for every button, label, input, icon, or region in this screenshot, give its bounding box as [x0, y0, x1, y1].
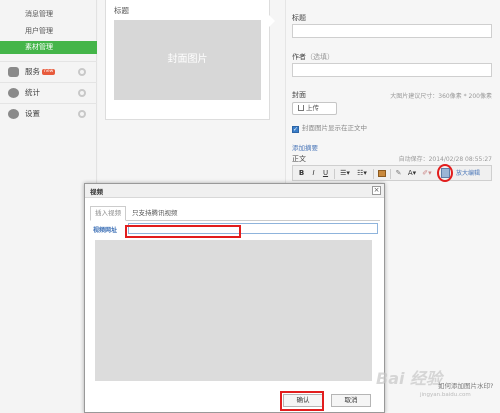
- gear-icon[interactable]: [78, 110, 86, 118]
- upload-icon: [298, 105, 304, 111]
- cover-size-hint: 大图片建议尺寸：360像素 * 200像素: [390, 93, 492, 100]
- cancel-button[interactable]: 取消: [331, 394, 371, 407]
- new-badge: new: [42, 69, 56, 75]
- dialog-tabs: 插入视频 只支持腾讯视频: [90, 206, 380, 221]
- gear-icon[interactable]: [78, 68, 86, 76]
- card-pointer-arrow: [268, 14, 275, 28]
- body-label: 正文: [292, 155, 306, 163]
- bold-button[interactable]: B: [297, 168, 306, 179]
- video-dialog: 视频 × 插入视频 只支持腾讯视频 视频网址 确认 取消: [84, 183, 385, 413]
- sidebar: 消息管理 用户管理 素材管理 服务 new 统计 设置: [0, 0, 97, 413]
- confirm-button-highlight: [280, 391, 324, 411]
- watermark-tip-link[interactable]: 如何添加图片水印?: [438, 380, 493, 390]
- sidebar-item-materials[interactable]: 素材管理: [0, 41, 97, 54]
- show-cover-checkbox-row[interactable]: ✓ 封面图片显示在正文中: [292, 122, 367, 133]
- baidu-watermark-url: jingyan.baidu.com: [420, 392, 471, 398]
- dialog-title: 视频: [90, 188, 103, 196]
- cover-label: 封面: [292, 91, 306, 99]
- baidu-watermark: Bai 经验: [376, 369, 443, 388]
- autosave-status: 自动保存：2014/02/28 08:55:27: [398, 156, 492, 163]
- author-label-text: 作者: [292, 53, 306, 61]
- article-preview-card[interactable]: 标题 封面图片: [105, 0, 270, 120]
- sidebar-group-service[interactable]: 服务 new: [0, 61, 97, 81]
- insert-image-icon[interactable]: [378, 170, 386, 177]
- toolbar-divider: [334, 169, 335, 179]
- sidebar-item-messages[interactable]: 消息管理: [0, 8, 97, 21]
- toolbar-divider: [373, 169, 374, 179]
- italic-button[interactable]: I: [309, 168, 318, 179]
- checkbox-checked-icon[interactable]: ✓: [292, 126, 299, 133]
- sidebar-group-stats[interactable]: 统计: [0, 82, 97, 102]
- tab-insert-video[interactable]: 插入视频: [90, 206, 126, 221]
- author-label: 作者（选填）: [292, 52, 334, 62]
- stats-icon: [8, 88, 19, 98]
- cover-image-placeholder: 封面图片: [114, 20, 261, 100]
- gear-icon[interactable]: [78, 89, 86, 97]
- url-field-highlight: [125, 225, 241, 238]
- video-button-highlight: [437, 164, 453, 182]
- settings-icon: [8, 109, 19, 119]
- unordered-list-button[interactable]: ☷▾: [355, 168, 369, 179]
- close-icon[interactable]: ×: [372, 186, 381, 195]
- font-color-button[interactable]: A▾: [406, 168, 418, 179]
- tab-tencent-video[interactable]: 只支持腾讯视频: [128, 206, 182, 221]
- sidebar-group-label: 设置: [25, 109, 40, 118]
- background-color-button[interactable]: ✐▾: [421, 168, 433, 179]
- card-title: 标题: [114, 6, 129, 15]
- sidebar-item-users[interactable]: 用户管理: [0, 25, 97, 38]
- toolbar-divider: [390, 169, 391, 179]
- font-color-label: A: [407, 169, 413, 177]
- show-cover-label: 封面图片显示在正文中: [302, 124, 367, 132]
- title-label: 标题: [292, 14, 306, 22]
- sidebar-group-label: 服务: [25, 67, 40, 76]
- video-preview-area: [95, 240, 372, 381]
- author-input[interactable]: [292, 63, 492, 77]
- sidebar-group-settings[interactable]: 设置: [0, 103, 97, 123]
- underline-button[interactable]: U: [321, 168, 330, 179]
- add-summary-link[interactable]: 添加摘要: [292, 142, 318, 152]
- ordered-list-button[interactable]: ☰▾: [338, 168, 352, 179]
- title-input[interactable]: [292, 24, 492, 38]
- author-hint: （选填）: [306, 53, 334, 61]
- upload-button[interactable]: 上传: [292, 102, 337, 115]
- zoom-edit-link[interactable]: 放大编辑: [456, 168, 480, 179]
- service-icon: [8, 67, 19, 77]
- upload-label: 上传: [306, 104, 319, 112]
- video-url-label: 视频网址: [93, 227, 118, 234]
- clear-format-icon[interactable]: ✎: [394, 168, 403, 179]
- dialog-titlebar[interactable]: 视频 ×: [85, 184, 384, 198]
- sidebar-group-label: 统计: [25, 88, 40, 97]
